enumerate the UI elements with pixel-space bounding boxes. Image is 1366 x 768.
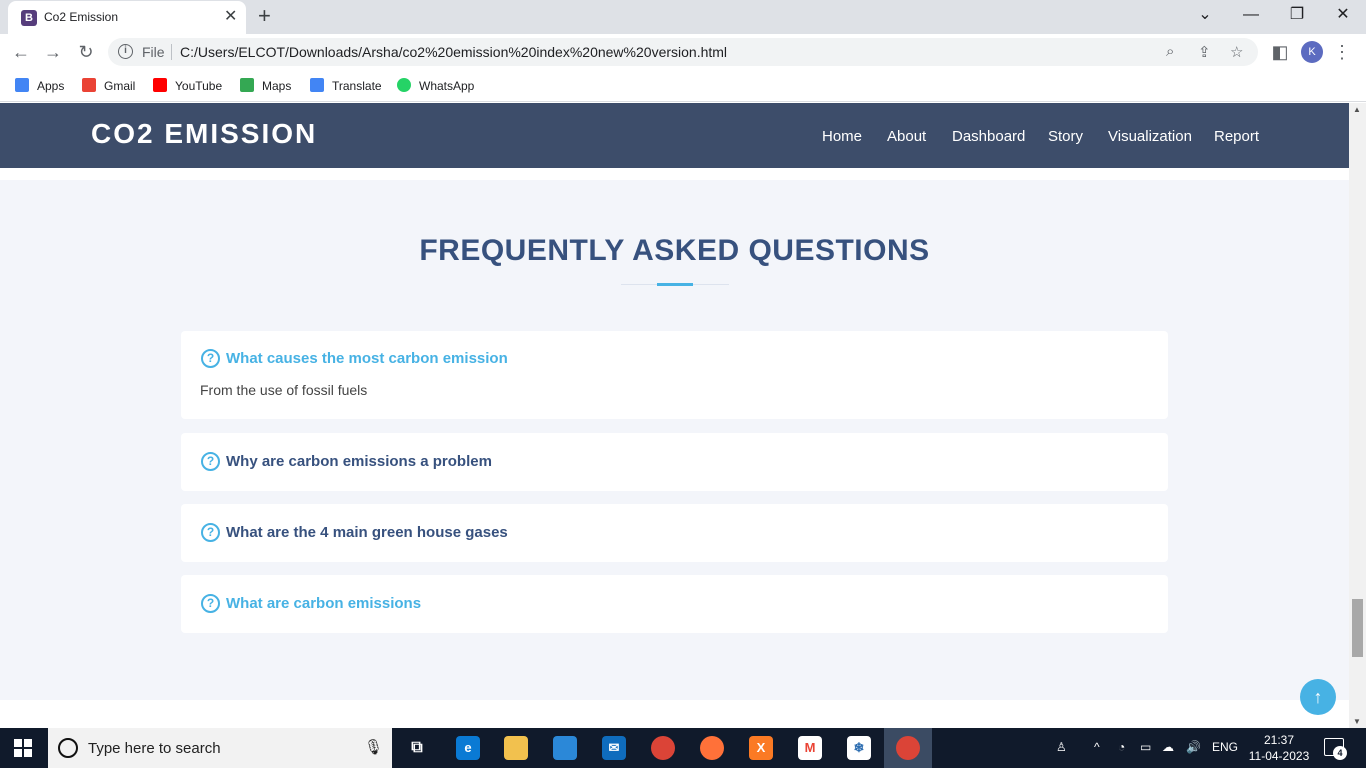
bookmark-gmail[interactable]: Gmail xyxy=(82,77,135,95)
chrome-icon[interactable] xyxy=(651,736,675,760)
side-panel-icon[interactable]: ◧ xyxy=(1268,40,1292,64)
clock-date: 11-04-2023 xyxy=(1248,749,1310,763)
file-explorer-icon[interactable] xyxy=(504,736,528,760)
windows-taskbar: Type here to search 🎙 ⧉ e ✉ X M ❄ ♙ ^ ◔ … xyxy=(0,728,1366,768)
faq-answer: From the use of fossil fuels xyxy=(200,382,368,398)
faq-item[interactable]: ? What causes the most carbon emission F… xyxy=(181,331,1168,419)
bookmark-whatsapp[interactable]: WhatsApp xyxy=(397,77,474,95)
back-button[interactable]: ← xyxy=(9,40,33,64)
network-icon[interactable]: ◔ xyxy=(1118,740,1125,754)
edge-icon[interactable]: e xyxy=(456,736,480,760)
faq-item[interactable]: ? What are carbon emissions xyxy=(181,575,1168,633)
faq-section-title: FREQUENTLY ASKED QUESTIONS xyxy=(419,234,930,267)
mail-icon[interactable]: ✉ xyxy=(602,736,626,760)
task-view-icon[interactable]: ⧉ xyxy=(405,736,429,760)
tab-close-icon[interactable]: ✕ xyxy=(224,8,237,26)
taskbar-search-box[interactable]: Type here to search 🎙 xyxy=(48,728,392,768)
nav-dashboard[interactable]: Dashboard xyxy=(952,128,1025,145)
cortana-circle-icon xyxy=(58,738,78,758)
bookmark-apps[interactable]: Apps xyxy=(15,77,64,95)
page-scrollbar[interactable]: ▲ ▼ xyxy=(1349,103,1366,728)
battery-icon[interactable]: ▭ xyxy=(1140,740,1151,754)
share-icon[interactable]: ⇪ xyxy=(1198,43,1211,61)
store-icon[interactable] xyxy=(553,736,577,760)
taskbar-clock[interactable]: 21:37 11-04-2023 xyxy=(1246,732,1312,764)
site-info-icon[interactable]: i xyxy=(118,44,133,59)
show-hidden-icons-chevron-icon[interactable]: ^ xyxy=(1094,740,1100,754)
new-tab-button[interactable]: + xyxy=(258,4,271,28)
language-indicator[interactable]: ENG xyxy=(1212,740,1238,754)
browser-toolbar: ← → ↻ i File C:/Users/ELCOT/Downloads/Ar… xyxy=(0,34,1366,70)
clock-time: 21:37 xyxy=(1263,733,1295,747)
address-bar[interactable]: i File C:/Users/ELCOT/Downloads/Arsha/co… xyxy=(108,38,1258,66)
faq-item[interactable]: ? Why are carbon emissions a problem xyxy=(181,433,1168,491)
youtube-icon xyxy=(153,78,167,92)
reload-button[interactable]: ↻ xyxy=(74,40,98,64)
bootstrap-favicon-icon: B xyxy=(21,10,37,26)
browser-tab[interactable]: B Co2 Emission ✕ xyxy=(8,1,246,34)
snowflake-app-icon[interactable]: ❄ xyxy=(847,736,871,760)
nav-about[interactable]: About xyxy=(887,128,926,145)
notification-count-badge: 4 xyxy=(1333,746,1347,760)
faq-question[interactable]: Why are carbon emissions a problem xyxy=(226,453,492,470)
next-section-edge xyxy=(0,700,1349,728)
gmail-icon xyxy=(82,78,96,92)
question-circle-icon: ? xyxy=(201,594,220,613)
restore-button[interactable]: ❐ xyxy=(1282,5,1312,25)
maps-icon xyxy=(240,78,254,92)
nav-home[interactable]: Home xyxy=(822,128,862,145)
bookmarks-bar: Apps Gmail YouTube Maps Translate WhatsA… xyxy=(0,70,1366,102)
faq-question[interactable]: What are the 4 main green house gases xyxy=(226,524,508,541)
apps-grid-icon xyxy=(15,78,29,92)
tab-title: Co2 Emission xyxy=(44,10,119,24)
scroll-up-arrow-icon[interactable]: ▲ xyxy=(1353,105,1361,114)
scroll-thumb[interactable] xyxy=(1352,599,1363,657)
close-window-button[interactable]: ✕ xyxy=(1328,5,1358,25)
question-circle-icon: ? xyxy=(201,452,220,471)
volume-icon[interactable]: 🔊 xyxy=(1186,740,1201,754)
taskbar-search-placeholder: Type here to search xyxy=(88,740,221,757)
question-circle-icon: ? xyxy=(201,523,220,542)
minimize-button[interactable]: — xyxy=(1236,5,1266,25)
profile-avatar[interactable]: K xyxy=(1301,41,1323,63)
page-viewport: CO2 EMISSION Home About Dashboard Story … xyxy=(0,103,1349,728)
translate-icon xyxy=(310,78,324,92)
back-to-top-button[interactable]: ↑ xyxy=(1300,679,1336,715)
zoom-icon[interactable]: ⌕ xyxy=(1166,43,1174,60)
address-url[interactable]: C:/Users/ELCOT/Downloads/Arsha/co2%20emi… xyxy=(180,44,727,60)
firefox-icon[interactable] xyxy=(700,736,724,760)
bookmark-maps[interactable]: Maps xyxy=(240,77,291,95)
scroll-down-arrow-icon[interactable]: ▼ xyxy=(1353,717,1361,726)
gmail-app-icon[interactable]: M xyxy=(798,736,822,760)
title-underline-accent xyxy=(657,283,693,286)
nav-story[interactable]: Story xyxy=(1048,128,1083,145)
faq-question[interactable]: What are carbon emissions xyxy=(226,595,421,612)
forward-button[interactable]: → xyxy=(41,40,65,64)
section-divider xyxy=(0,168,1349,180)
question-circle-icon: ? xyxy=(201,349,220,368)
xampp-icon[interactable]: X xyxy=(749,736,773,760)
microphone-icon[interactable]: 🎙 xyxy=(364,738,383,756)
address-scheme-label: File xyxy=(142,44,165,60)
nav-visualization[interactable]: Visualization xyxy=(1108,128,1192,145)
faq-item[interactable]: ? What are the 4 main green house gases xyxy=(181,504,1168,562)
menu-kebab-icon[interactable]: ⋮ xyxy=(1330,40,1354,64)
bookmark-youtube[interactable]: YouTube xyxy=(153,77,222,95)
whatsapp-icon xyxy=(397,78,411,92)
windows-start-icon[interactable] xyxy=(14,739,32,757)
bookmark-star-icon[interactable]: ☆ xyxy=(1230,43,1243,61)
faq-question[interactable]: What causes the most carbon emission xyxy=(226,350,508,367)
site-logo[interactable]: CO2 EMISSION xyxy=(91,118,317,150)
address-divider xyxy=(171,44,172,60)
nav-report[interactable]: Report xyxy=(1214,128,1259,145)
site-header: CO2 EMISSION Home About Dashboard Story … xyxy=(0,103,1349,168)
onedrive-icon[interactable]: ☁ xyxy=(1162,740,1174,754)
people-icon[interactable]: ♙ xyxy=(1056,740,1067,754)
tab-search-chevron-icon[interactable]: ⌄ xyxy=(1190,5,1220,25)
browser-tab-bar: B Co2 Emission ✕ + ⌄ — ❐ ✕ xyxy=(0,0,1366,34)
bookmark-translate[interactable]: Translate xyxy=(310,77,382,95)
chrome-profile-icon[interactable] xyxy=(896,736,920,760)
